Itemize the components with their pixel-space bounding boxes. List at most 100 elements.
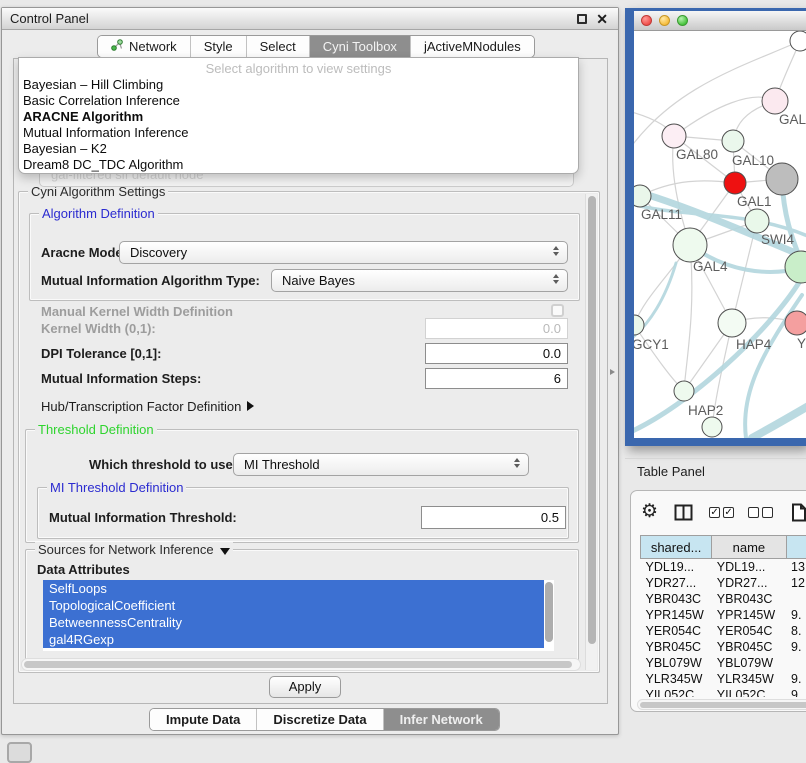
apply-button[interactable]: Apply <box>269 676 341 698</box>
kernel-width-field[interactable]: 0.0 <box>425 318 568 339</box>
network-node-gal80[interactable] <box>662 124 686 148</box>
tab-style[interactable]: Style <box>190 36 246 57</box>
network-node-y[interactable] <box>785 311 806 335</box>
file-icon[interactable] <box>791 503 806 522</box>
splitter-arrow-icon[interactable] <box>610 369 615 375</box>
attribute-item[interactable]: BetweennessCentrality <box>43 614 544 631</box>
tab-discretize-data[interactable]: Discretize Data <box>256 709 382 730</box>
network-node-gal11[interactable] <box>634 185 651 207</box>
column-header-partial[interactable] <box>786 536 806 559</box>
table-cell[interactable]: YPR145W <box>641 607 712 623</box>
tab-network[interactable]: Network <box>98 36 190 57</box>
column-header-shared-name[interactable]: shared... <box>641 536 712 559</box>
gear-icon[interactable]: ⚙ <box>641 499 658 525</box>
network-node-swi4[interactable] <box>745 209 769 233</box>
dpi-tolerance-field[interactable]: 0.0 <box>425 343 568 364</box>
table-cell[interactable]: YBR043C <box>712 591 786 607</box>
attribute-item[interactable]: TopologicalCoefficient <box>43 597 544 614</box>
table-cell[interactable]: 9. <box>786 607 806 623</box>
table-row[interactable]: YER054CYER054C8. <box>641 623 806 639</box>
network-node-gal[interactable] <box>762 88 788 114</box>
table-cell[interactable]: YLR345W <box>641 671 712 687</box>
which-threshold-select[interactable]: MI Threshold <box>233 453 529 476</box>
network-node-gal10[interactable] <box>722 130 744 152</box>
table-cell[interactable]: YBR043C <box>641 591 712 607</box>
algorithm-option[interactable]: Basic Correlation Inference <box>19 93 578 109</box>
table-row[interactable]: YBR045CYBR045C9. <box>641 639 806 655</box>
table-row[interactable]: YIL052CYIL052C9 <box>641 687 806 698</box>
zoom-traffic-light-icon[interactable] <box>677 15 688 26</box>
attribute-item[interactable]: gal4RGexp <box>43 631 544 648</box>
network-node-gcy1[interactable] <box>634 315 644 335</box>
mi-threshold-field[interactable]: 0.5 <box>421 506 566 529</box>
minimized-panel-chip[interactable] <box>7 742 32 763</box>
table-cell[interactable]: YDL19... <box>712 559 786 575</box>
table-row[interactable]: YBL079WYBL079W <box>641 655 806 671</box>
float-window-icon[interactable] <box>577 14 587 24</box>
network-node[interactable] <box>785 251 806 283</box>
table-cell[interactable]: YBL079W <box>712 655 786 671</box>
aracne-mode-select[interactable]: Discovery <box>119 241 568 264</box>
table-cell[interactable]: YDL19... <box>641 559 712 575</box>
algorithm-option[interactable]: Bayesian – K2 <box>19 141 578 157</box>
table-cell[interactable]: 9. <box>786 639 806 655</box>
table-hscrollbar[interactable] <box>637 699 806 710</box>
settings-hscrollbar[interactable] <box>21 658 581 671</box>
minimize-traffic-light-icon[interactable] <box>659 15 670 26</box>
select-all-icon[interactable]: ✓✓ <box>709 507 734 518</box>
algorithm-option[interactable]: Mutual Information Inference <box>19 125 578 141</box>
network-node-gal4[interactable] <box>673 228 707 262</box>
sources-group-title[interactable]: Sources for Network Inference <box>35 542 233 557</box>
attribute-item[interactable]: SelfLoops <box>43 580 544 597</box>
table-cell[interactable] <box>786 655 806 671</box>
tab-infer-network[interactable]: Infer Network <box>383 709 499 730</box>
network-node-hap2[interactable] <box>674 381 694 401</box>
table-row[interactable]: YBR043CYBR043C <box>641 591 806 607</box>
table-row[interactable]: YLR345WYLR345W9. <box>641 671 806 687</box>
network-node-gal1[interactable] <box>724 172 746 194</box>
table-cell[interactable]: YIL052C <box>641 687 712 698</box>
table-cell[interactable]: 12 <box>786 575 806 591</box>
manual-kernel-checkbox[interactable] <box>551 304 564 317</box>
network-window-titlebar[interactable] <box>634 11 806 31</box>
deselect-all-icon[interactable] <box>748 507 773 518</box>
mi-algorithm-type-select[interactable]: Naive Bayes <box>271 269 568 292</box>
toggle-column-panel-icon[interactable] <box>674 504 693 521</box>
close-traffic-light-icon[interactable] <box>641 15 652 26</box>
table-cell[interactable]: YBR045C <box>641 639 712 655</box>
table-cell[interactable]: YBL079W <box>641 655 712 671</box>
table-cell[interactable]: YER054C <box>641 623 712 639</box>
table-cell[interactable]: YIL052C <box>712 687 786 698</box>
tab-cyni-toolbox[interactable]: Cyni Toolbox <box>309 36 410 57</box>
close-icon[interactable]: ✕ <box>596 8 608 30</box>
table-row[interactable]: YDL19...YDL19...13 <box>641 559 806 575</box>
table-row[interactable]: YPR145WYPR145W9. <box>641 607 806 623</box>
table-row[interactable]: YDR27...YDR27...12 <box>641 575 806 591</box>
table-cell[interactable]: 13 <box>786 559 806 575</box>
tab-select[interactable]: Select <box>246 36 309 57</box>
table-cell[interactable]: YLR345W <box>712 671 786 687</box>
settings-scrollbar[interactable] <box>585 194 597 670</box>
network-canvas[interactable]: GALGAL80GAL10GAL1GAL11SWI4GAL4GCY1HAP4YH… <box>634 31 806 438</box>
algorithm-option[interactable]: Dream8 DC_TDC Algorithm <box>19 157 578 173</box>
tab-jactivemnodules[interactable]: jActiveMNodules <box>410 36 534 57</box>
network-node-hap4[interactable] <box>718 309 746 337</box>
mi-steps-field[interactable]: 6 <box>425 368 568 389</box>
hub-definition-toggle[interactable]: Hub/Transcription Factor Definition <box>41 399 254 414</box>
table-cell[interactable]: YDR27... <box>641 575 712 591</box>
attributes-scrollbar[interactable] <box>545 582 553 642</box>
table-cell[interactable]: YDR27... <box>712 575 786 591</box>
network-node[interactable] <box>790 31 806 51</box>
network-node[interactable] <box>702 417 722 437</box>
table-cell[interactable]: 8. <box>786 623 806 639</box>
table-cell[interactable]: 9 <box>786 687 806 698</box>
table-cell[interactable]: YBR045C <box>712 639 786 655</box>
column-header-name[interactable]: name <box>712 536 786 559</box>
table-cell[interactable]: YER054C <box>712 623 786 639</box>
tab-impute-data[interactable]: Impute Data <box>150 709 256 730</box>
algorithm-option[interactable]: Bayesian – Hill Climbing <box>19 77 578 93</box>
table-cell[interactable]: 9. <box>786 671 806 687</box>
table-cell[interactable]: YPR145W <box>712 607 786 623</box>
algorithm-option[interactable]: ARACNE Algorithm <box>19 109 578 125</box>
table-cell[interactable] <box>786 591 806 607</box>
